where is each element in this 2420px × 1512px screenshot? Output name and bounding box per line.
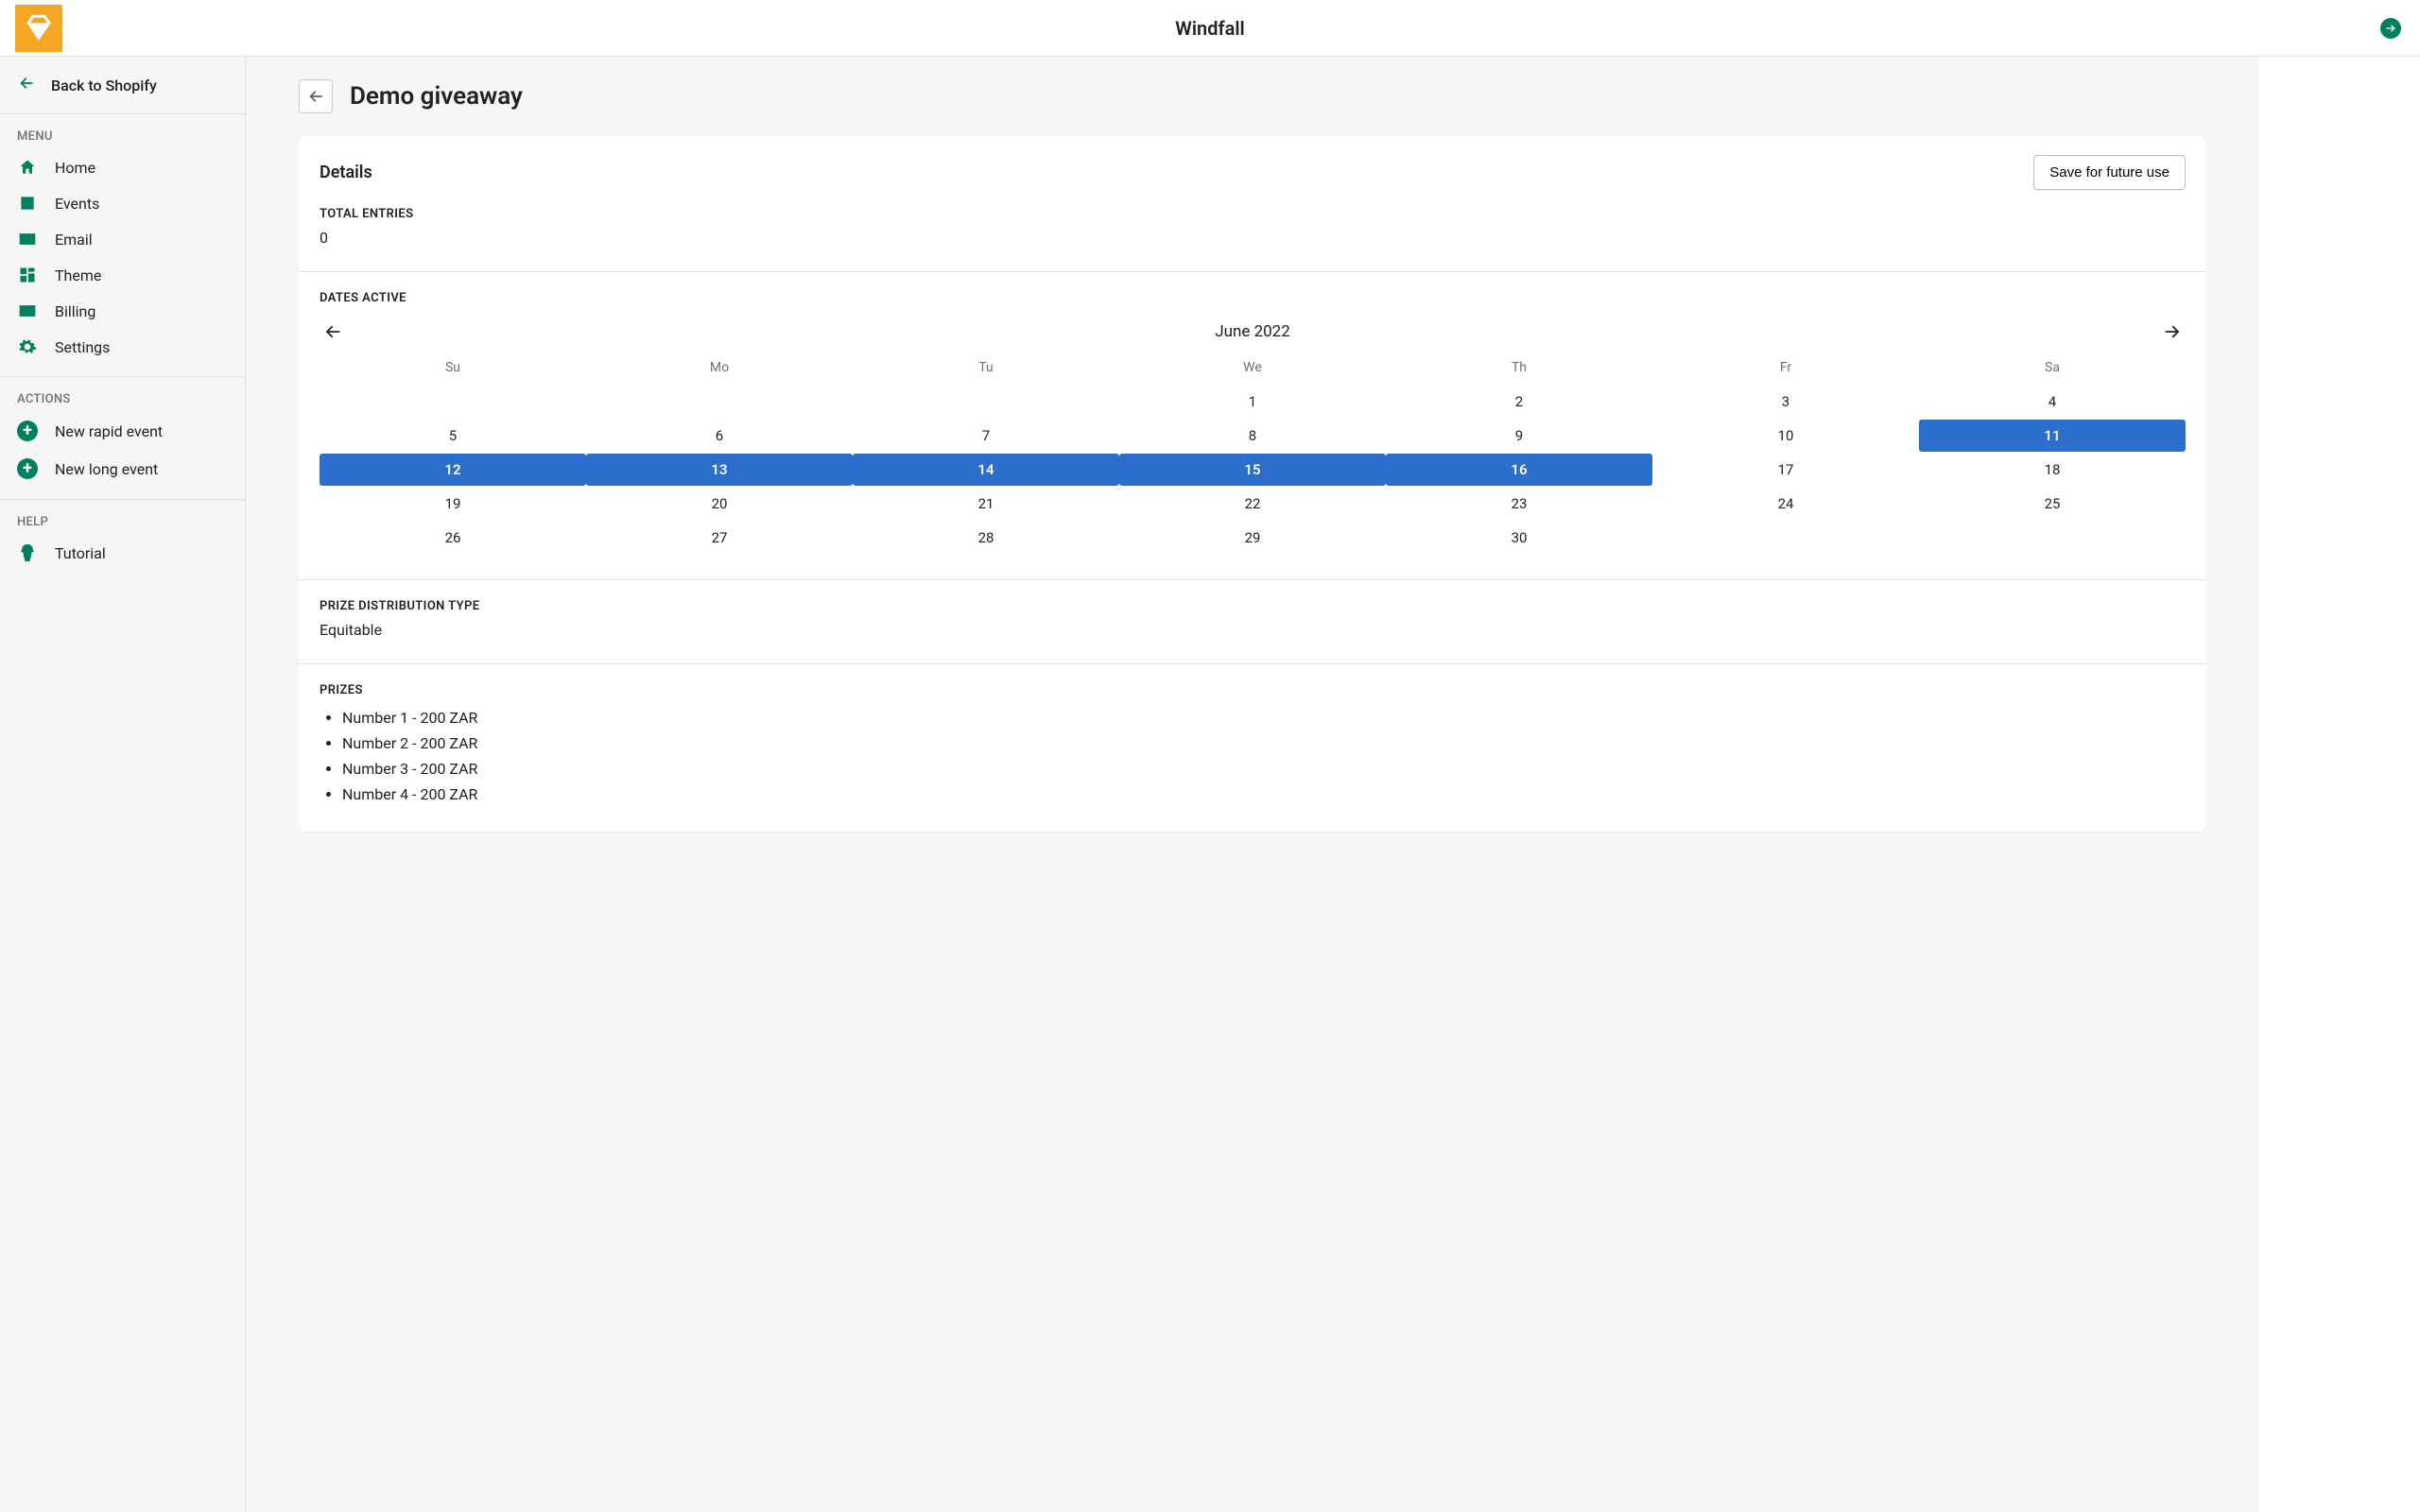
- calendar-day[interactable]: 18: [1919, 454, 2186, 486]
- calendar-day[interactable]: 5: [320, 420, 586, 452]
- prize-item: Number 2 - 200 ZAR: [342, 730, 2186, 756]
- calendar-dow: Fr: [1652, 354, 1919, 385]
- credit-card-icon: [17, 301, 38, 320]
- calendar-day[interactable]: 7: [853, 420, 1119, 452]
- sidebar-section-actions: ACTIONS: [0, 377, 245, 412]
- help-label: Tutorial: [55, 544, 106, 562]
- calendar-day[interactable]: 26: [320, 522, 586, 554]
- calendar-day[interactable]: 17: [1652, 454, 1919, 486]
- sidebar-item-label: Theme: [55, 266, 101, 284]
- top-bar: Windfall: [0, 0, 2420, 57]
- calendar-day[interactable]: 13: [586, 454, 853, 486]
- calendar-day[interactable]: 10: [1652, 420, 1919, 452]
- forward-circle-button[interactable]: [2380, 18, 2401, 39]
- calendar-day[interactable]: 8: [1119, 420, 1386, 452]
- sidebar-item-billing[interactable]: Billing: [0, 293, 245, 329]
- prize-item: Number 3 - 200 ZAR: [342, 756, 2186, 782]
- calendar-day[interactable]: 11: [1919, 420, 2186, 452]
- calendar-day[interactable]: 27: [586, 522, 853, 554]
- calendar-day[interactable]: 15: [1119, 454, 1386, 486]
- prizes-list: Number 1 - 200 ZARNumber 2 - 200 ZARNumb…: [320, 705, 2186, 807]
- plus-circle-icon: +: [17, 458, 38, 479]
- calendar-dow-row: SuMoTuWeThFrSa: [320, 354, 2186, 385]
- calendar-day[interactable]: 25: [1919, 488, 2186, 520]
- calendar-next-button[interactable]: [2159, 318, 2186, 345]
- sidebar-item-label: Billing: [55, 302, 95, 320]
- sidebar-section-help: HELP: [0, 500, 245, 535]
- email-icon: [17, 230, 38, 249]
- calendar-dow: Sa: [1919, 354, 2186, 385]
- save-for-future-button[interactable]: Save for future use: [2033, 155, 2186, 190]
- calendar-month-label: June 2022: [346, 322, 2159, 341]
- calendar-day[interactable]: 19: [320, 488, 586, 520]
- total-entries-label: TOTAL ENTRIES: [320, 207, 2186, 221]
- action-new-long-event[interactable]: + New long event: [0, 450, 245, 488]
- list-icon: [17, 194, 38, 213]
- dates-active-label: DATES ACTIVE: [320, 291, 2186, 305]
- prize-item: Number 1 - 200 ZAR: [342, 705, 2186, 730]
- app-logo: [15, 5, 62, 52]
- sidebar-item-label: Home: [55, 159, 95, 177]
- page-title: Demo giveaway: [350, 82, 523, 111]
- details-heading: Details: [320, 163, 372, 182]
- calendar-day[interactable]: 20: [586, 488, 853, 520]
- calendar-day[interactable]: 16: [1386, 454, 1652, 486]
- calendar-day[interactable]: 6: [586, 420, 853, 452]
- calendar-day[interactable]: 2: [1386, 386, 1652, 418]
- action-label: New rapid event: [55, 422, 163, 440]
- sidebar: Back to Shopify MENU Home Events Email T…: [0, 57, 246, 1512]
- calendar-day[interactable]: 12: [320, 454, 586, 486]
- right-gutter: [2259, 57, 2420, 1512]
- calendar-day[interactable]: 1: [1119, 386, 1386, 418]
- calendar-day[interactable]: 4: [1919, 386, 2186, 418]
- theme-icon: [17, 266, 38, 284]
- calendar-dow: We: [1119, 354, 1386, 385]
- sidebar-item-settings[interactable]: Settings: [0, 329, 245, 365]
- calendar-day[interactable]: 22: [1119, 488, 1386, 520]
- action-label: New long event: [55, 460, 158, 478]
- plus-circle-icon: +: [17, 421, 38, 441]
- calendar-day[interactable]: 30: [1386, 522, 1652, 554]
- prize-dist-value: Equitable: [320, 621, 2186, 639]
- calendar-day[interactable]: 29: [1119, 522, 1386, 554]
- sidebar-item-label: Settings: [55, 338, 110, 356]
- calendar-day[interactable]: 28: [853, 522, 1119, 554]
- calendar-prev-button[interactable]: [320, 318, 346, 345]
- arrow-left-icon: [17, 74, 36, 96]
- calendar-day[interactable]: 9: [1386, 420, 1652, 452]
- help-tutorial[interactable]: Tutorial: [0, 535, 245, 571]
- calendar-day[interactable]: 23: [1386, 488, 1652, 520]
- gear-icon: [17, 337, 38, 356]
- back-to-shopify-label: Back to Shopify: [51, 77, 157, 94]
- sidebar-item-theme[interactable]: Theme: [0, 257, 245, 293]
- calendar-days-grid: 1234567891011121314151617181920212223242…: [320, 385, 2186, 555]
- calendar-day[interactable]: 21: [853, 488, 1119, 520]
- calendar-dow: Mo: [586, 354, 853, 385]
- back-to-shopify-link[interactable]: Back to Shopify: [0, 57, 245, 114]
- calendar-dow: Su: [320, 354, 586, 385]
- home-icon: [17, 158, 38, 177]
- total-entries-value: 0: [320, 229, 2186, 247]
- lightbulb-icon: [17, 543, 38, 562]
- prizes-label: PRIZES: [320, 683, 2186, 697]
- sidebar-item-email[interactable]: Email: [0, 221, 245, 257]
- sidebar-item-home[interactable]: Home: [0, 149, 245, 185]
- main-content: Demo giveaway Details Save for future us…: [246, 57, 2259, 1512]
- prize-dist-label: PRIZE DISTRIBUTION TYPE: [320, 599, 2186, 613]
- calendar-day[interactable]: 24: [1652, 488, 1919, 520]
- calendar-dow: Th: [1386, 354, 1652, 385]
- action-new-rapid-event[interactable]: + New rapid event: [0, 412, 245, 450]
- sidebar-section-menu: MENU: [0, 114, 245, 149]
- sidebar-item-label: Email: [55, 231, 93, 249]
- details-card: Details Save for future use TOTAL ENTRIE…: [299, 136, 2206, 832]
- calendar-day[interactable]: 14: [853, 454, 1119, 486]
- calendar-dow: Tu: [853, 354, 1119, 385]
- calendar-day[interactable]: 3: [1652, 386, 1919, 418]
- sidebar-item-events[interactable]: Events: [0, 185, 245, 221]
- app-title: Windfall: [1175, 17, 1244, 40]
- sidebar-item-label: Events: [55, 195, 99, 213]
- prize-item: Number 4 - 200 ZAR: [342, 782, 2186, 807]
- page-back-button[interactable]: [299, 79, 333, 113]
